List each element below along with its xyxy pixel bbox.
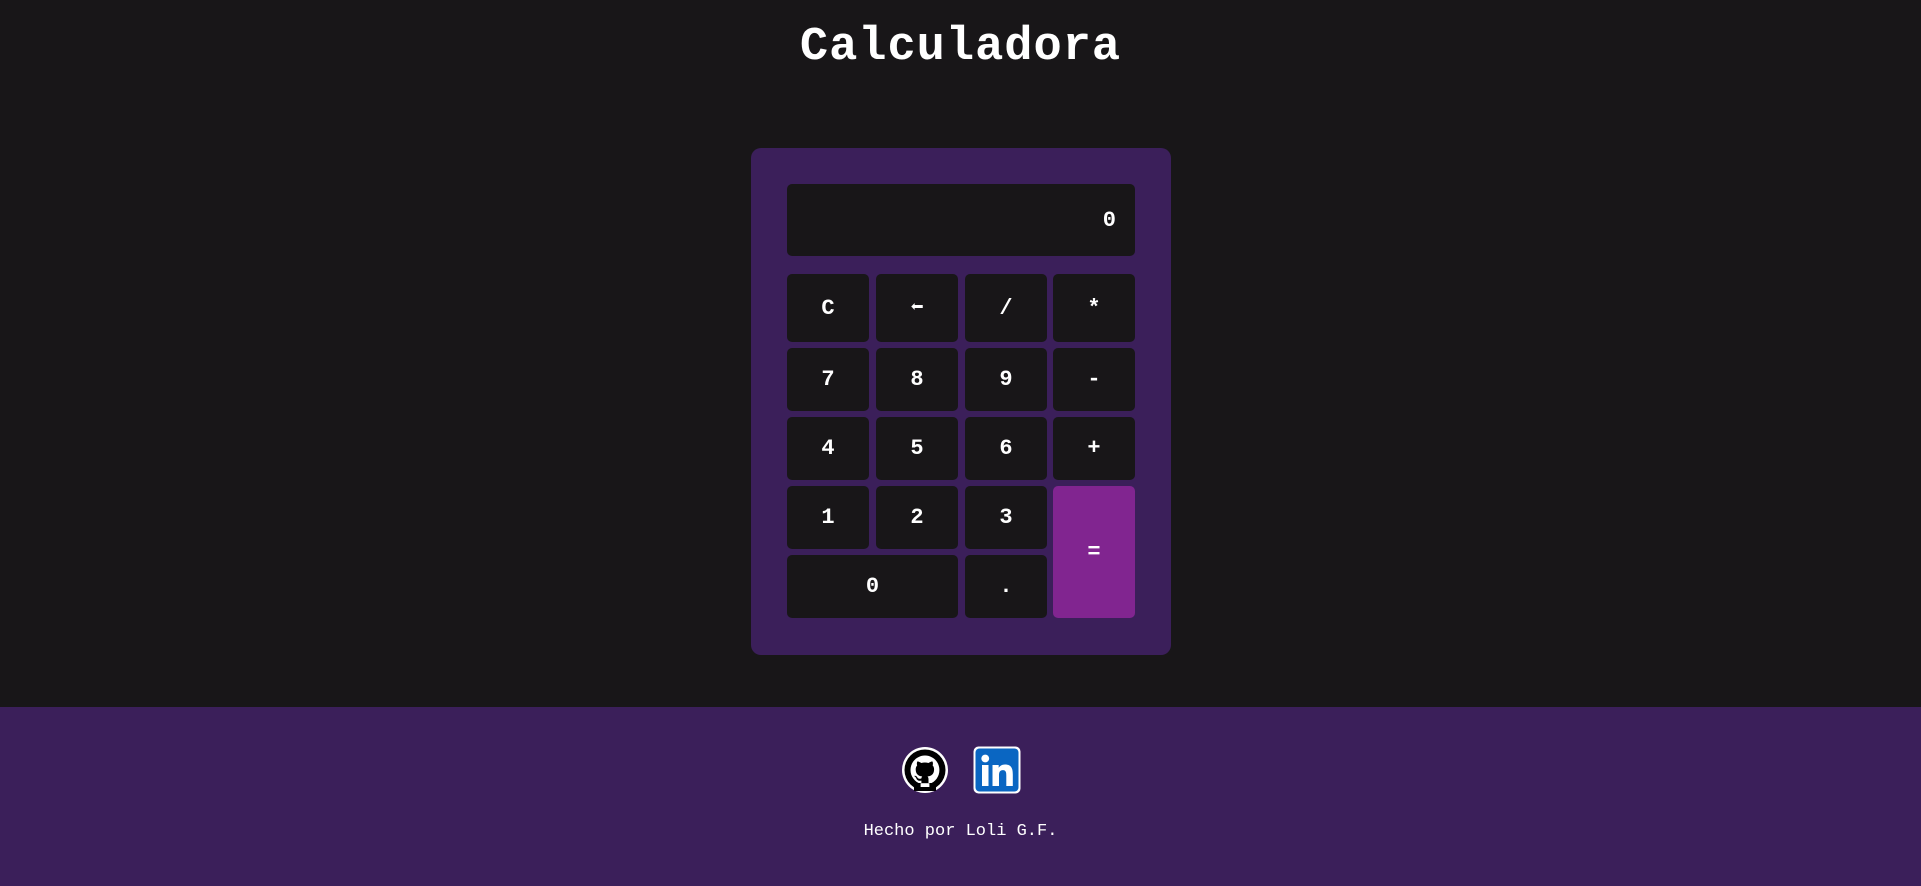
github-icon <box>902 747 948 793</box>
display-value: 0 <box>1102 207 1116 233</box>
page-title: Calculadora <box>799 21 1122 74</box>
digit-1-button[interactable]: 1 <box>787 486 869 549</box>
backspace-button[interactable]: ⬅ <box>876 274 958 342</box>
decimal-button[interactable]: . <box>965 555 1047 618</box>
footer-credit: Hecho por Loli G.F. <box>863 822 1058 841</box>
digit-6-button[interactable]: 6 <box>965 417 1047 480</box>
github-link[interactable] <box>901 746 949 794</box>
digit-0-button[interactable]: 0 <box>787 555 958 618</box>
add-button[interactable]: + <box>1053 417 1135 480</box>
page: Calculadora 0 C ⬅ / * 7 8 9 - 4 5 6 + 1 … <box>0 0 1921 886</box>
digit-9-button[interactable]: 9 <box>965 348 1047 411</box>
subtract-button[interactable]: - <box>1053 348 1135 411</box>
digit-5-button[interactable]: 5 <box>876 417 958 480</box>
digit-7-button[interactable]: 7 <box>787 348 869 411</box>
calculator: 0 C ⬅ / * 7 8 9 - 4 5 6 + 1 2 3 = 0 . <box>751 148 1171 655</box>
footer: Hecho por Loli G.F. <box>0 707 1921 886</box>
digit-3-button[interactable]: 3 <box>965 486 1047 549</box>
divide-button[interactable]: / <box>965 274 1047 342</box>
calculator-display: 0 <box>787 184 1135 256</box>
digit-8-button[interactable]: 8 <box>876 348 958 411</box>
linkedin-link[interactable] <box>973 746 1021 794</box>
digit-4-button[interactable]: 4 <box>787 417 869 480</box>
equals-button[interactable]: = <box>1053 486 1135 618</box>
digit-2-button[interactable]: 2 <box>876 486 958 549</box>
multiply-button[interactable]: * <box>1053 274 1135 342</box>
linkedin-icon <box>973 746 1021 794</box>
clear-button[interactable]: C <box>787 274 869 342</box>
